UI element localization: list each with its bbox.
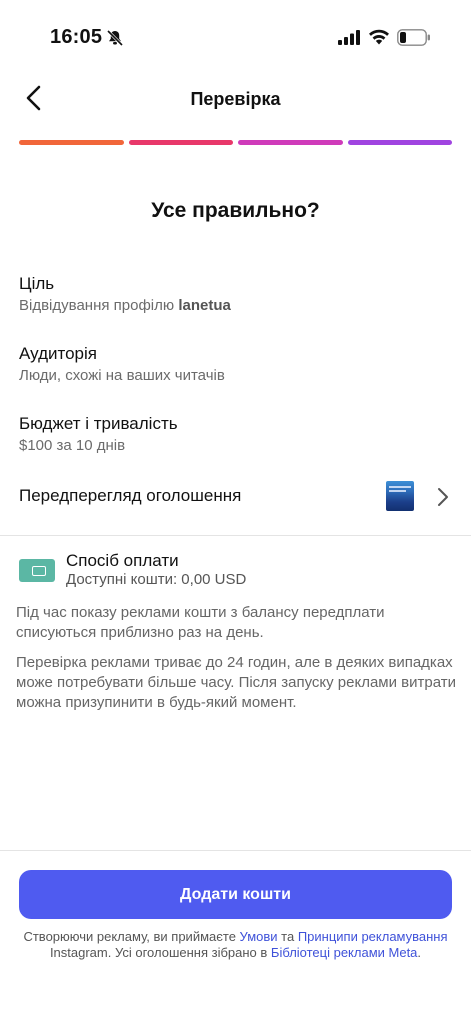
budget-value: $100 за 10 днів	[19, 437, 126, 454]
legal-text-part: Instagram. Усі оголошення зібрано в	[49, 945, 271, 960]
wifi-icon	[369, 29, 389, 45]
goal-value: Відвідування профілю lanetua	[19, 297, 231, 314]
goal-value-prefix: Відвідування профілю	[19, 297, 175, 314]
legal-text: Створюючи рекламу, ви приймаєте Умови та…	[20, 929, 451, 961]
page-title: Перевірка	[190, 89, 281, 109]
legal-text-part: та	[277, 929, 298, 944]
budget-label: Бюджет і тривалість	[19, 414, 178, 433]
billing-info-text: Під час показу реклами кошти з балансу п…	[16, 604, 385, 641]
bell-slash-icon	[106, 29, 124, 47]
audience-label: Аудиторія	[19, 344, 97, 363]
legal-text-part: Створюючи рекламу, ви приймаєте	[23, 929, 240, 944]
payment-method-title: Спосіб оплати	[66, 551, 179, 570]
review-heading: Усе правильно?	[151, 199, 320, 222]
status-time: 16:05	[50, 26, 103, 48]
terms-link[interactable]: Умови	[240, 929, 278, 944]
review-info-text: Перевірка реклами триває до 24 годин, ал…	[16, 654, 456, 711]
audience-value: Люди, схожі на ваших читачів	[19, 367, 225, 384]
ad-preview-label[interactable]: Передперегляд оголошення	[19, 486, 241, 506]
progress-bar	[19, 140, 452, 145]
available-funds: Доступні кошти: 0,00 USD	[66, 571, 247, 588]
divider	[0, 535, 471, 536]
footer-divider	[0, 850, 471, 851]
wallet-icon	[19, 559, 55, 582]
add-funds-label: Додати кошти	[180, 885, 291, 903]
legal-text-part: .	[417, 945, 422, 960]
progress-segment-3	[238, 140, 343, 145]
add-funds-button[interactable]: Додати кошти	[19, 870, 452, 919]
ad-preview-thumbnail[interactable]	[386, 481, 414, 511]
goal-profile-name: lanetua	[178, 297, 231, 314]
battery-icon	[397, 29, 430, 46]
ad-policies-link[interactable]: Принципи рекламування	[298, 929, 448, 944]
progress-segment-1	[19, 140, 124, 145]
chevron-right-icon[interactable]	[436, 487, 450, 507]
progress-segment-2	[128, 140, 233, 145]
cellular-signal-icon	[338, 30, 360, 45]
progress-segment-4	[347, 140, 452, 145]
meta-ad-library-link[interactable]: Бібліотеці реклами Meta	[271, 945, 418, 960]
goal-label: Ціль	[19, 274, 55, 293]
